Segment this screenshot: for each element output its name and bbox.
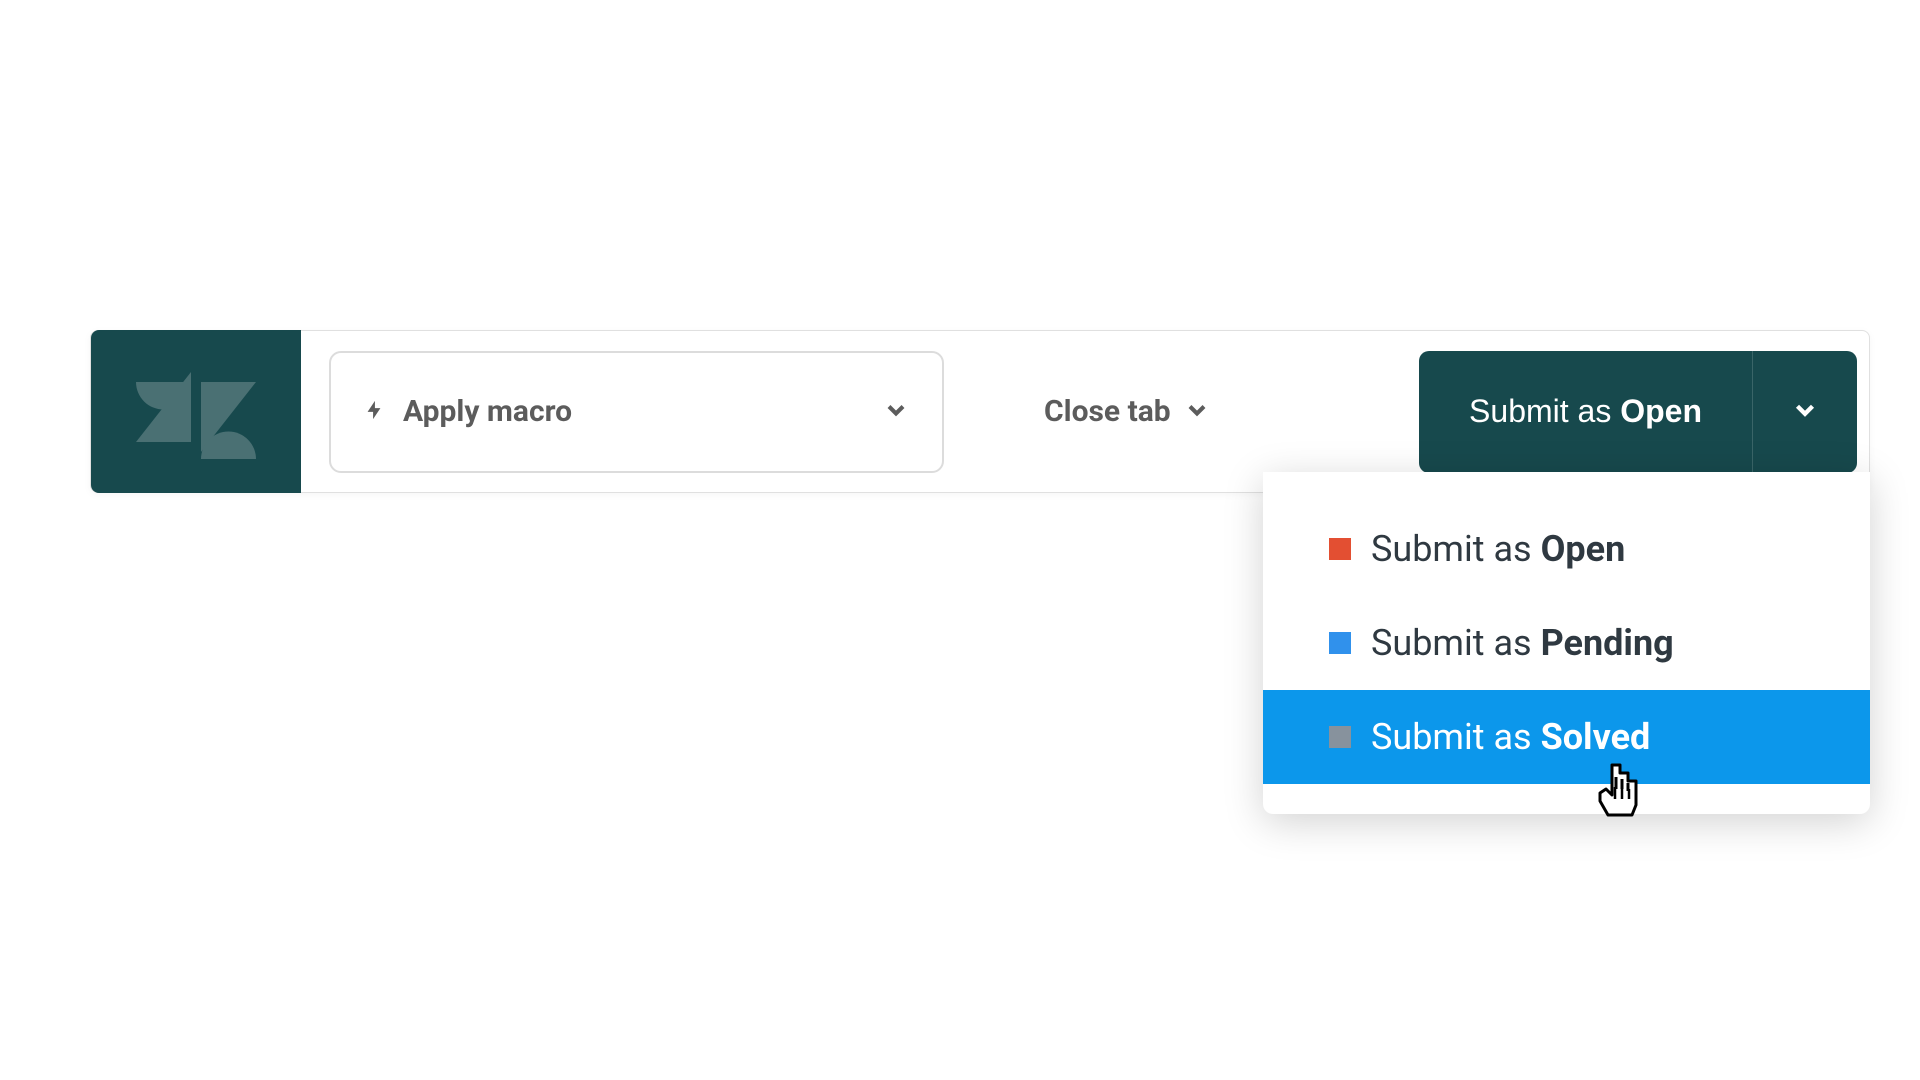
bolt-icon [363, 396, 385, 428]
apply-macro-dropdown[interactable]: Apply macro [329, 351, 944, 473]
dropdown-item-text: Submit as Solved [1371, 716, 1650, 758]
status-color-open [1329, 538, 1351, 560]
ticket-toolbar: Apply macro Close tab Submit as Open [90, 330, 1870, 493]
close-tab-button[interactable]: Close tab [1044, 394, 1211, 429]
submit-button[interactable]: Submit as Open [1419, 351, 1752, 473]
dropdown-item-pending[interactable]: Submit as Pending [1263, 596, 1870, 690]
zendesk-logo-icon [136, 362, 256, 462]
apply-macro-label: Apply macro [403, 394, 882, 429]
dropdown-item-text: Submit as Pending [1371, 622, 1674, 664]
submit-status-dropdown: Submit as Open Submit as Pending Submit … [1263, 472, 1870, 814]
chevron-down-icon [1183, 396, 1211, 428]
submit-button-group: Submit as Open [1419, 351, 1857, 473]
dropdown-item-text: Submit as Open [1371, 528, 1625, 570]
close-tab-label: Close tab [1044, 394, 1171, 429]
status-color-solved [1329, 726, 1351, 748]
dropdown-item-solved[interactable]: Submit as Solved [1263, 690, 1870, 784]
zendesk-logo [91, 330, 301, 493]
submit-status: Open [1620, 393, 1702, 430]
dropdown-item-open[interactable]: Submit as Open [1263, 502, 1870, 596]
submit-dropdown-toggle[interactable] [1752, 351, 1857, 473]
chevron-down-icon [1790, 395, 1820, 428]
submit-prefix: Submit as [1469, 393, 1611, 430]
chevron-down-icon [882, 396, 910, 428]
status-color-pending [1329, 632, 1351, 654]
